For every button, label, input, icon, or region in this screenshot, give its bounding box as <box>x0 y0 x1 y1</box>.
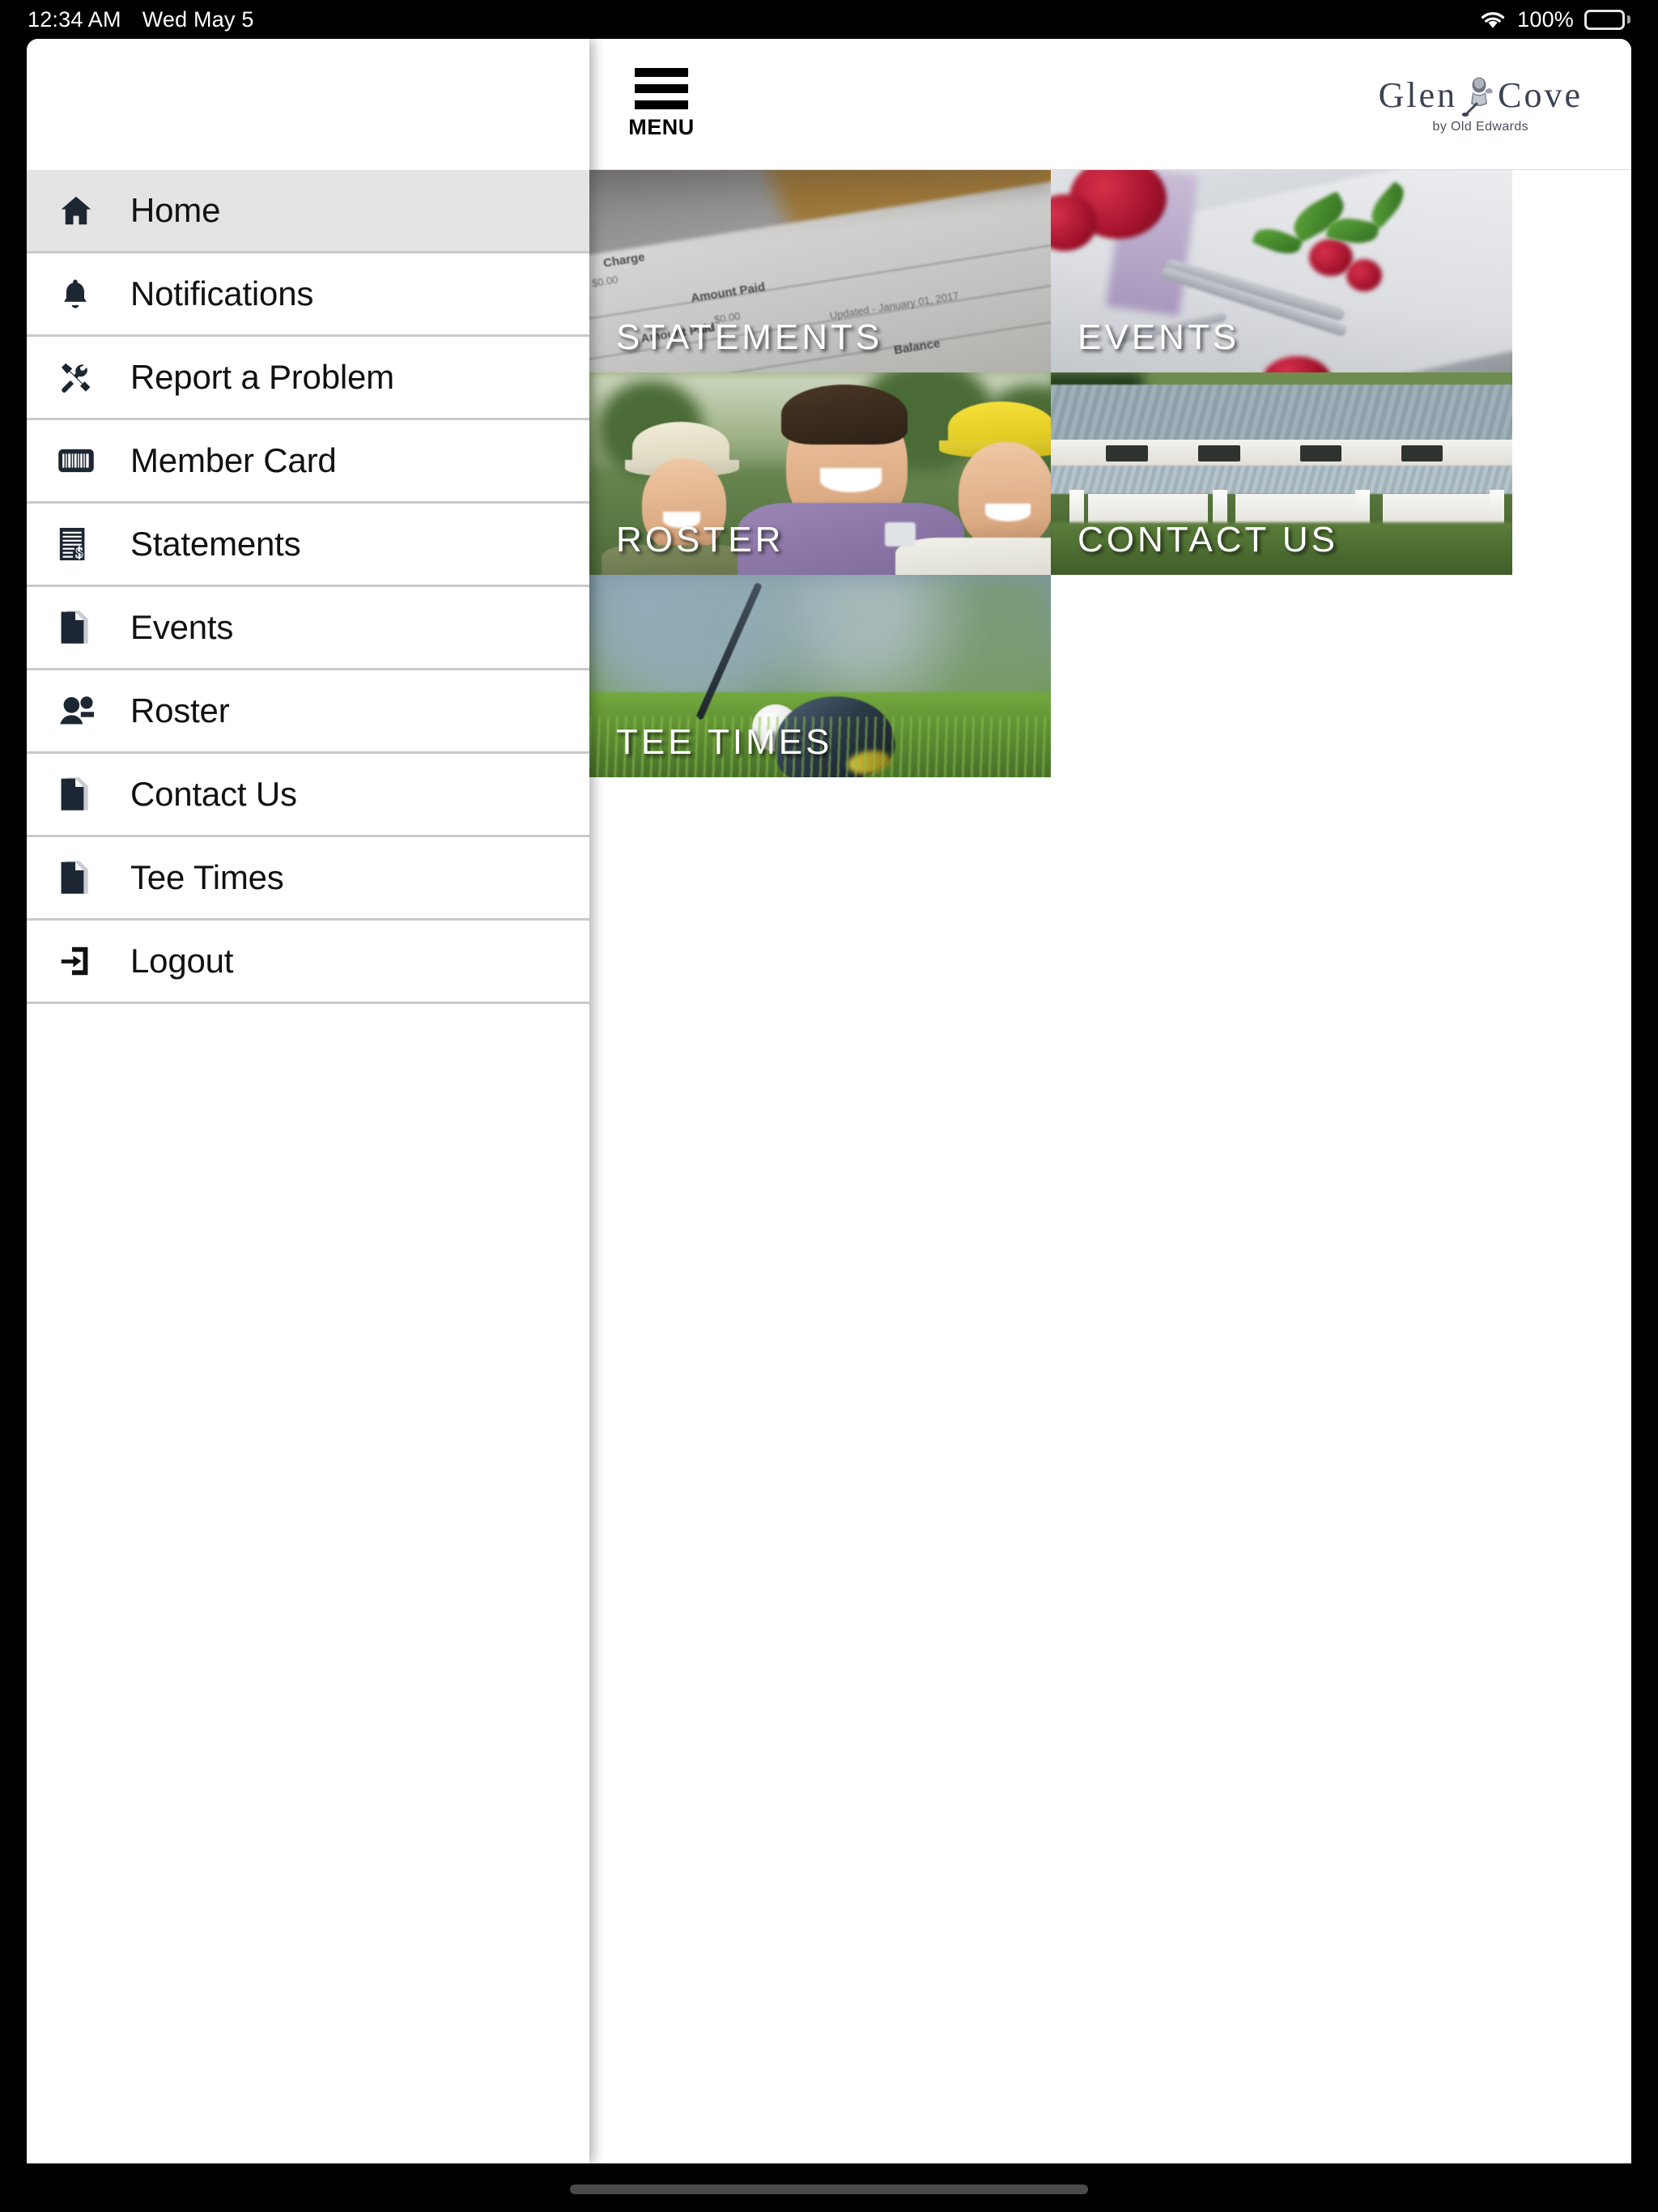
tile-grid: Charge $0.00 Amount Paid $0.00 Amount Pa… <box>589 170 1631 777</box>
main-content: MENU Glen Cove by Old Edwards Charge $0.… <box>589 39 1631 2163</box>
tile-label-contact-us: CONTACT US <box>1078 520 1338 559</box>
sidebar-item-logout[interactable]: Logout <box>27 921 589 1004</box>
home-icon <box>57 192 121 229</box>
tile-contact-us[interactable]: CONTACT US <box>1051 372 1512 575</box>
home-indicator[interactable] <box>570 2184 1088 2194</box>
sidebar-drawer: Home Notifications Report a Problem Memb… <box>27 39 589 2163</box>
status-bar-right: 100% <box>1479 7 1630 32</box>
documents-icon <box>57 776 121 813</box>
status-date: Wed May 5 <box>142 6 254 32</box>
status-time: 12:34 AM <box>28 6 121 32</box>
sidebar-item-contact-us[interactable]: Contact Us <box>27 754 589 837</box>
documents-icon <box>57 609 121 646</box>
tile-tee-times[interactable]: TEE TIMES <box>589 575 1051 777</box>
barcode-icon <box>57 446 121 475</box>
invoice-dollar-icon: $ <box>57 525 121 563</box>
people-icon <box>57 695 121 727</box>
brand-tagline: by Old Edwards <box>1432 119 1529 134</box>
app-header: MENU Glen Cove by Old Edwards <box>589 39 1631 170</box>
sidebar-label-tee-times: Tee Times <box>130 858 284 896</box>
bell-icon <box>57 276 121 312</box>
app-window: MENU Glen Cove by Old Edwards Charge $0.… <box>27 39 1631 2163</box>
app-shell: MENU Glen Cove by Old Edwards Charge $0.… <box>0 39 1658 2163</box>
sidebar-label-logout: Logout <box>130 942 234 980</box>
sidebar-label-roster: Roster <box>130 691 230 730</box>
battery-full-icon <box>1584 9 1630 30</box>
sidebar-header-spacer <box>27 39 589 170</box>
tools-icon <box>57 359 121 396</box>
logout-icon <box>57 943 121 979</box>
sidebar-item-home[interactable]: Home <box>27 170 589 253</box>
sidebar-item-member-card[interactable]: Member Card <box>27 420 589 504</box>
sidebar-item-report-a-problem[interactable]: Report a Problem <box>27 337 589 420</box>
sidebar-label-report-a-problem: Report a Problem <box>130 358 394 396</box>
tile-label-tee-times: TEE TIMES <box>616 722 833 762</box>
sidebar-item-roster[interactable]: Roster <box>27 670 589 754</box>
sidebar-label-home: Home <box>130 191 221 229</box>
crest-icon <box>1460 74 1494 117</box>
documents-icon <box>57 859 121 896</box>
sidebar-label-contact-us: Contact Us <box>130 775 297 813</box>
menu-button[interactable]: MENU <box>627 68 696 140</box>
sidebar-item-notifications[interactable]: Notifications <box>27 253 589 337</box>
wifi-icon <box>1479 9 1507 30</box>
tile-events[interactable]: EVENTS <box>1051 170 1512 372</box>
tile-label-events: EVENTS <box>1078 317 1240 357</box>
sidebar-label-statements: Statements <box>130 525 301 563</box>
menu-button-label: MENU <box>628 115 695 139</box>
svg-text:$: $ <box>75 545 83 562</box>
brand-logo: Glen Cove by Old Edwards <box>1379 74 1583 134</box>
battery-percent-label: 100% <box>1517 6 1574 32</box>
hamburger-icon <box>635 68 688 109</box>
status-bar: 12:34 AM Wed May 5 100% <box>0 0 1658 39</box>
sidebar-menu-list: Home Notifications Report a Problem Memb… <box>27 170 589 1004</box>
brand-wordmark: Glen Cove <box>1379 74 1583 117</box>
sidebar-label-notifications: Notifications <box>130 274 314 313</box>
sidebar-item-tee-times[interactable]: Tee Times <box>27 837 589 921</box>
tile-label-roster: ROSTER <box>616 520 784 559</box>
sidebar-item-statements[interactable]: $ Statements <box>27 504 589 587</box>
tile-label-statements: STATEMENTS <box>616 317 883 357</box>
sidebar-label-events: Events <box>130 608 234 646</box>
tile-statements[interactable]: Charge $0.00 Amount Paid $0.00 Amount Pa… <box>589 170 1051 372</box>
brand-word-left: Glen <box>1378 75 1458 115</box>
sidebar-label-member-card: Member Card <box>130 441 337 479</box>
brand-word-right: Cove <box>1498 75 1583 115</box>
sidebar-item-events[interactable]: Events <box>27 587 589 670</box>
status-bar-left: 12:34 AM Wed May 5 <box>28 7 254 32</box>
tile-roster[interactable]: ROSTER <box>589 372 1051 575</box>
